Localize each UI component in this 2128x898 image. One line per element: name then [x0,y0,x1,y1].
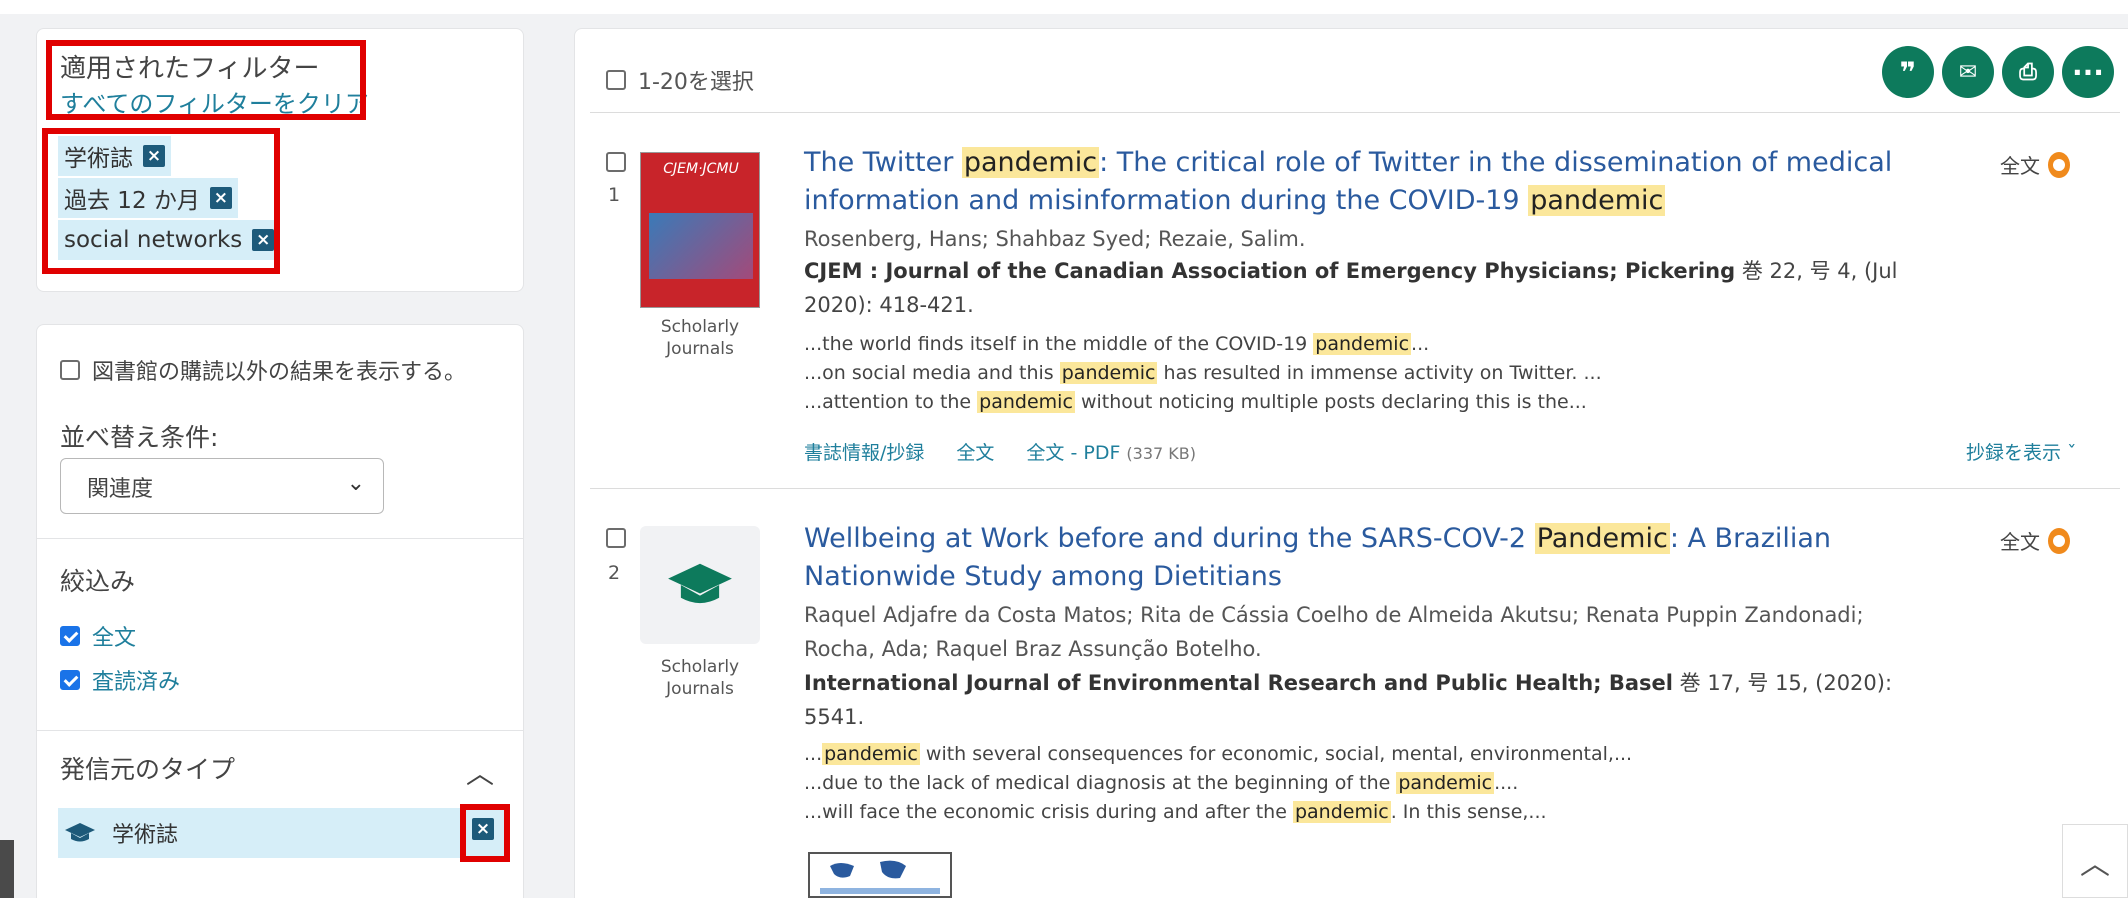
source-type-label: 発信元のタイプ [60,755,236,784]
journal-placeholder-thumbnail[interactable] [640,526,760,644]
sort-select-value: 関連度 [87,477,154,502]
result-2-publication: International Journal of Environmental R… [804,671,1893,729]
refine-peer-reviewed-option[interactable]: 査読済み [60,664,180,696]
sort-label: 並べ替え条件: [60,423,219,452]
journal-cover-thumbnail[interactable]: CJEM·JCMU [640,152,760,308]
quote-icon: ❞ [1899,55,1917,89]
result-2-authors: Raquel Adjafre da Costa Matos; Rita de C… [804,603,1864,661]
show-abstract-toggle[interactable]: 抄録を表示 ˇ [1966,438,2077,465]
snippet: ...attention to the pandemic without not… [804,391,1587,413]
result-1-snippets: ...the world finds itself in the middle … [804,330,1602,417]
non-subscribed-label: 図書館の購読以外の結果を表示する。 [92,360,467,385]
fulltext-badge-label: 全文 [2000,154,2040,178]
cite-button[interactable]: ❞ [1882,46,1934,98]
select-all-label: 1-20を選択 [638,70,754,95]
non-subscribed-checkbox[interactable] [60,360,80,380]
chevron-down-icon: ⌄ [346,471,365,496]
source-type-journal-label: 学術誌 [112,823,179,848]
fulltext-checkbox[interactable] [60,626,80,646]
chevron-up-icon[interactable]: ︿ [466,752,494,792]
ellipsis-icon: ··· [2072,55,2104,89]
snippet: ... pandemic with several consequences fo… [804,743,1633,765]
result-2-snippets: ... pandemic with several consequences fo… [804,740,1632,827]
fulltext-link[interactable]: 全文 [956,438,994,465]
print-button[interactable]: ⎙ [2002,46,2054,98]
source-type-journal-row[interactable]: 学術誌 [58,808,506,858]
snippet: ...due to the lack of medical diagnosis … [804,772,1519,794]
result-1-links: 書誌情報/抄録 全文 全文 - PDF (337 KB) [804,438,1196,465]
top-strip [0,0,2128,14]
open-access-icon [2048,527,2070,554]
fulltext-label: 全文 [92,626,137,651]
fulltext-badge: 全文 [2000,526,2070,555]
highlight-box-title [46,40,366,120]
select-all-checkbox[interactable] [606,70,626,90]
dark-corner [0,840,14,898]
result-1-checkbox[interactable] [606,152,626,172]
graduation-cap-icon [65,823,95,842]
divider [590,488,2120,489]
sort-select[interactable]: 関連度 ⌄ [60,458,384,514]
graduation-cap-icon [668,563,732,604]
abstract-link[interactable]: 書誌情報/抄録 [804,438,924,465]
mail-icon: ✉ [1958,59,1978,85]
fulltext-badge: 全文 [2000,150,2070,179]
snippet: ...will face the economic crisis during … [804,801,1547,823]
peer-reviewed-label: 査読済み [92,670,181,695]
open-access-icon [2048,151,2070,178]
result-1-publication: CJEM : Journal of the Canadian Associati… [804,259,1898,317]
highlight-box-remove [460,804,510,862]
result-number: 2 [608,562,621,584]
result-1-authors: Rosenberg, Hans; Shahbaz Syed; Rezaie, S… [804,227,1306,251]
result-2-title-link[interactable]: Wellbeing at Work before and during the … [804,520,1974,596]
peer-reviewed-checkbox[interactable] [60,670,80,690]
result-2-checkbox[interactable] [606,528,626,548]
source-type-caption: Scholarly Journals [660,317,740,359]
divider [36,730,524,731]
cover-image [649,213,753,279]
divider [36,538,524,539]
printer-icon: ⎙ [2019,59,2037,85]
select-all-option[interactable]: 1-20を選択 [606,64,754,96]
result-1-title-link[interactable]: The Twitter pandemic: The critical role … [804,144,1974,220]
email-button[interactable]: ✉ [1942,46,1994,98]
figure-thumbnail[interactable] [808,852,952,898]
result-number: 1 [608,184,621,206]
snippet: ...on social media and this pandemic has… [804,362,1602,384]
chevron-up-icon: ︿ [2080,847,2110,882]
snippet: ...the world finds itself in the middle … [804,333,1430,355]
more-actions-button[interactable]: ··· [2062,46,2114,98]
cover-title: CJEM·JCMU [663,161,739,177]
highlight-box-chips [42,128,280,274]
source-type-caption: Scholarly Journals [660,657,740,699]
fulltext-badge-label: 全文 [2000,530,2040,554]
map-figure-icon [820,860,940,894]
refine-fulltext-option[interactable]: 全文 [60,620,136,652]
refine-label: 絞込み [60,567,136,596]
scroll-to-top-button[interactable]: ︿ [2062,824,2128,898]
show-non-subscribed-option[interactable]: 図書館の購読以外の結果を表示する。 [60,354,466,386]
divider [590,112,2120,113]
pdf-link[interactable]: 全文 - PDF (337 KB) [1026,438,1196,465]
